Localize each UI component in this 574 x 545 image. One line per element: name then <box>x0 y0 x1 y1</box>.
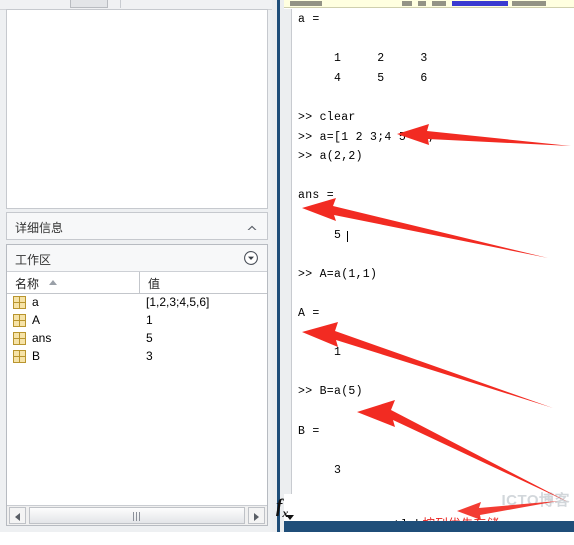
matrix-variable-icon <box>13 332 26 345</box>
sort-ascending-icon <box>49 280 57 285</box>
scrollbar-thumb[interactable] <box>29 507 245 524</box>
command-window-line: >> a(2,2) <box>298 150 363 164</box>
workspace-column-headers: 名称 值 <box>7 272 267 294</box>
workspace-panel: 工作区 名称 值 a [1,2,3;4,5,6] A 1 ans 5 B 3 <box>6 244 268 526</box>
workspace-variable-list: a [1,2,3;4,5,6] A 1 ans 5 B 3 <box>7 294 267 504</box>
matrix-variable-icon <box>13 296 26 309</box>
variable-name: A <box>32 313 41 327</box>
command-window-input-line[interactable]: fx >> matlab按列优先存储 ICTO博客 <box>276 492 574 532</box>
variable-name: a <box>32 295 39 309</box>
panel-splitter[interactable] <box>272 0 284 532</box>
column-header-name[interactable]: 名称 <box>7 272 140 293</box>
command-window-line: A = <box>298 307 320 320</box>
command-window-line: >> clear <box>298 111 356 124</box>
command-window-line: ans = <box>298 189 335 203</box>
command-window-output[interactable]: a = 1 2 3 4 5 6 >> clear >> a=[1 2 3;4 5 6… <box>284 9 574 494</box>
triangle-right-icon[interactable] <box>248 507 265 524</box>
toolbar-separator <box>120 0 121 8</box>
detail-content-pane <box>6 9 268 209</box>
left-dock-panel: 详细信息 工作区 名称 值 a [1,2,3;4,5,6] A 1 ans 5 … <box>0 0 272 532</box>
fx-dropdown-caret-icon[interactable] <box>286 515 294 520</box>
column-header-value-label: 值 <box>148 277 161 291</box>
matrix-variable-icon <box>13 314 26 327</box>
circled-chevron-down-icon[interactable] <box>243 250 259 266</box>
workspace-title: 工作区 <box>15 253 52 267</box>
table-row[interactable]: a [1,2,3;4,5,6] <box>7 294 267 312</box>
variable-name: B <box>32 349 41 363</box>
command-window-line: 1 <box>298 346 342 360</box>
chevron-up-icon[interactable] <box>246 222 258 234</box>
command-window-gutter <box>284 9 292 494</box>
variable-value: 3 <box>146 349 153 363</box>
table-row[interactable]: A1 <box>7 312 267 330</box>
command-window-top-strip <box>284 0 574 8</box>
command-window-line: B = <box>298 424 320 438</box>
workspace-horizontal-scrollbar[interactable] <box>7 505 267 525</box>
variable-value: 5 <box>146 331 153 345</box>
grip-icon <box>133 512 142 521</box>
watermark-text: ICTO博客 <box>501 492 570 509</box>
matrix-variable-icon <box>13 350 26 363</box>
variable-value: [1,2,3;4,5,6] <box>146 295 210 309</box>
text-cursor <box>347 230 348 242</box>
command-window-line: 4 5 6 <box>298 71 428 85</box>
command-window-line: >> a=[1 2 3;4 5 6]; <box>298 130 435 144</box>
column-header-name-label: 名称 <box>15 277 40 291</box>
table-row[interactable]: B3 <box>7 348 267 366</box>
command-window-line: 3 <box>298 463 342 477</box>
matlab-ide-window: 详细信息 工作区 名称 值 a [1,2,3;4,5,6] A 1 ans 5 … <box>0 0 574 532</box>
command-window-line: a = <box>298 13 320 26</box>
command-window[interactable]: a = 1 2 3 4 5 6 >> clear >> a=[1 2 3;4 5 6… <box>276 0 574 532</box>
watermark: ICTO博客 <box>501 489 570 510</box>
command-window-line: >> A=a(1,1) <box>298 267 378 281</box>
detail-info-header[interactable]: 详细信息 <box>6 212 268 240</box>
table-row[interactable]: ans 5 <box>7 330 267 348</box>
command-window-line: 5 <box>298 228 342 242</box>
variable-value: 1 <box>146 313 153 327</box>
status-bar <box>284 521 574 532</box>
detail-info-title: 详细信息 <box>15 221 64 235</box>
command-window-line: >> B=a(5) <box>298 385 363 399</box>
command-window-line: 1 2 3 <box>298 52 428 66</box>
variable-name: ans <box>32 331 52 345</box>
toolbar-button[interactable] <box>70 0 108 8</box>
triangle-left-icon[interactable] <box>9 507 26 524</box>
vertical-splitter-handle[interactable] <box>277 0 280 532</box>
column-header-value[interactable]: 值 <box>140 272 267 293</box>
workspace-header: 工作区 <box>7 245 267 272</box>
